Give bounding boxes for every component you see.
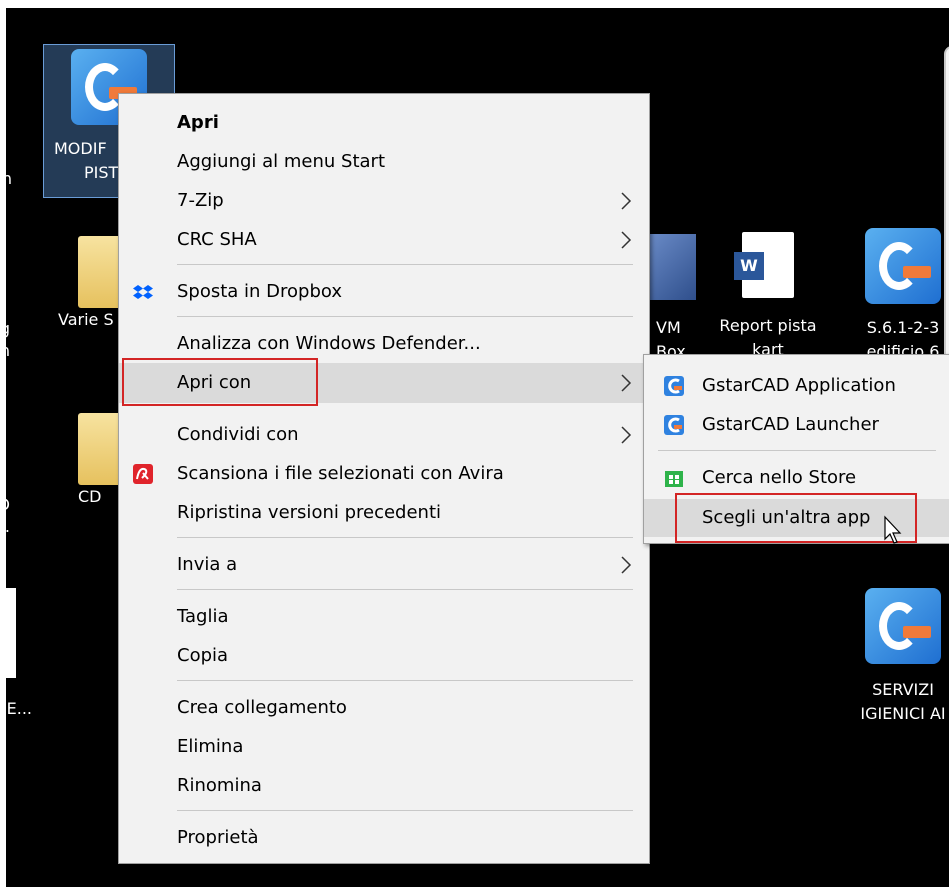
menu-separator (177, 264, 633, 265)
menu-item-elimina[interactable]: Elimina (119, 728, 649, 766)
menu-item-label: CRC SHA (177, 229, 257, 250)
menu-separator (177, 589, 633, 590)
chevron-right-icon (621, 426, 632, 444)
menu-item-rinomina[interactable]: Rinomina (119, 767, 649, 805)
gstarcad-icon (664, 376, 684, 396)
icon-label: n (6, 340, 16, 362)
desktop-icon-partial[interactable]: CE... (6, 698, 32, 720)
menu-item-label: Aggiungi al menu Start (177, 151, 386, 172)
menu-item-aggiungi-start[interactable]: Aggiungi al menu Start (119, 143, 649, 181)
submenu-item-gstarcad-application[interactable]: GstarCAD Application (644, 367, 949, 405)
gstarcad-icon (664, 415, 684, 435)
icon-label: SERVIZI (872, 680, 934, 699)
icon-label: PIST (84, 163, 119, 182)
icon-label: S.6.1-2-3 (866, 318, 940, 337)
menu-item-invia-a[interactable]: Invia a (119, 546, 649, 584)
submenu-item-label: GstarCAD Application (702, 375, 896, 396)
menu-item-label: 7-Zip (177, 190, 224, 211)
icon-label: IGIENICI AI (860, 704, 946, 723)
menu-item-label: Scansiona i file selezionati con Avira (177, 463, 504, 484)
chevron-right-icon (621, 192, 632, 210)
menu-item-label: Apri (177, 112, 219, 133)
menu-item-proprieta[interactable]: Proprietà (119, 819, 649, 857)
menu-item-label: Elimina (177, 736, 244, 757)
menu-separator (177, 680, 633, 681)
menu-item-dropbox[interactable]: Sposta in Dropbox (119, 273, 649, 311)
desktop-icon-partial[interactable]: on (6, 78, 16, 190)
word-document-icon: W (734, 232, 794, 298)
icon-label: 3O (6, 494, 16, 516)
menu-item-avira[interactable]: Scansiona i file selezionati con Avira (119, 455, 649, 493)
menu-item-label: Condividi con (177, 424, 299, 445)
icon-label: Report pista (719, 316, 817, 335)
menu-item-label: Taglia (177, 606, 229, 627)
avira-icon (133, 464, 153, 484)
dropbox-icon (133, 285, 153, 299)
menu-item-label: Proprietà (177, 827, 259, 848)
icon-label: ... (6, 516, 16, 538)
menu-separator (177, 810, 633, 811)
desktop-icon-gstarcad[interactable]: S.6.1-2-3 edificio 6 (848, 228, 949, 364)
desktop-icon-partial[interactable]: g n (6, 238, 16, 362)
menu-item-apri[interactable]: Apri (119, 104, 649, 142)
menu-separator (177, 537, 633, 538)
menu-item-ripristina[interactable]: Ripristina versioni precedenti (119, 494, 649, 532)
submenu-item-label: GstarCAD Launcher (702, 414, 879, 435)
icon-label: on (6, 169, 12, 188)
submenu-item-gstarcad-launcher[interactable]: GstarCAD Launcher (644, 406, 949, 444)
icon-label: g (6, 318, 16, 340)
desktop-icon-word[interactable]: W Report pista kart (706, 232, 830, 362)
desktop-icon-partial[interactable]: 3O ... (6, 408, 16, 538)
menu-item-crc-sha[interactable]: CRC SHA (119, 221, 649, 259)
context-menu: Apri Aggiungi al menu Start 7-Zip CRC SH… (118, 93, 650, 864)
menu-item-label: Rinomina (177, 775, 262, 796)
icon-label: VM (656, 318, 681, 337)
chevron-right-icon (621, 556, 632, 574)
submenu-item-label: Cerca nello Store (702, 467, 857, 488)
menu-item-condividi[interactable]: Condividi con (119, 416, 649, 454)
chevron-right-icon (621, 374, 632, 392)
menu-item-label: Sposta in Dropbox (177, 281, 343, 302)
menu-item-label: Copia (177, 645, 229, 666)
menu-item-copia[interactable]: Copia (119, 637, 649, 675)
menu-separator (177, 316, 633, 317)
gstarcad-icon (865, 228, 941, 304)
menu-item-label: Invia a (177, 554, 238, 575)
store-icon (665, 471, 683, 487)
menu-item-taglia[interactable]: Taglia (119, 598, 649, 636)
gstarcad-icon (865, 588, 941, 664)
icon-label: MODIF (54, 139, 107, 158)
menu-item-label: Ripristina versioni precedenti (177, 502, 442, 523)
annotation-highlight-box (675, 493, 917, 543)
menu-separator (658, 450, 936, 451)
virtualbox-icon[interactable] (646, 234, 696, 300)
menu-item-crea-collegamento[interactable]: Crea collegamento (119, 689, 649, 727)
chevron-right-icon (621, 231, 632, 249)
document-icon-partial (6, 588, 16, 678)
annotation-highlight-box (122, 358, 318, 406)
desktop-icon-gstarcad[interactable]: SERVIZI IGIENICI AI (848, 588, 949, 726)
mouse-cursor-icon (884, 515, 902, 544)
menu-item-label: Crea collegamento (177, 697, 347, 718)
icon-label: CE... (6, 699, 32, 718)
menu-item-7zip[interactable]: 7-Zip (119, 182, 649, 220)
submenu-item-cerca-store[interactable]: Cerca nello Store (644, 459, 949, 497)
